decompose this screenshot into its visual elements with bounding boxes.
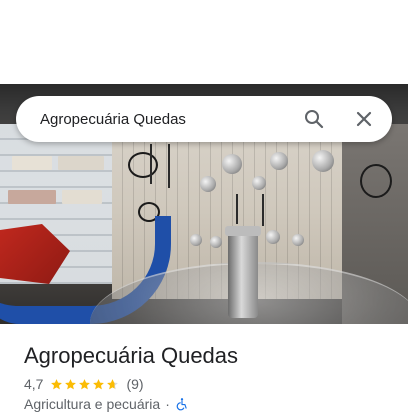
hanging-tool <box>210 236 222 248</box>
place-category: Agricultura e pecuária <box>24 396 161 412</box>
coiled-strap <box>360 164 392 198</box>
hanging-tool <box>292 234 304 246</box>
metal-device <box>225 226 261 318</box>
coiled-strap <box>128 152 158 178</box>
place-title: Agropecuária Quedas <box>24 343 239 368</box>
close-icon[interactable] <box>352 107 376 131</box>
star-icon <box>93 378 105 389</box>
hanging-hook <box>262 194 264 226</box>
top-blank-area <box>0 0 408 84</box>
shelf-box <box>8 190 56 204</box>
wheelchair-accessible-icon <box>176 398 187 411</box>
rating-value: 4,7 <box>24 376 44 392</box>
separator-dot: · <box>165 396 170 412</box>
hanging-hook <box>168 144 170 188</box>
hanging-tool <box>190 234 202 246</box>
search-input[interactable]: Agropecuária Quedas <box>40 111 302 128</box>
star-icon <box>79 378 91 389</box>
hanging-tool <box>252 176 266 190</box>
star-icon <box>65 378 77 389</box>
hanging-tool <box>266 230 280 244</box>
hanging-hook <box>150 144 152 184</box>
category-row: Agricultura e pecuária · <box>24 396 189 412</box>
shelf-box <box>62 190 102 204</box>
star-icon <box>107 378 119 389</box>
review-count[interactable]: (9) <box>126 376 143 392</box>
hanging-tool <box>200 176 216 192</box>
shelf-box <box>58 156 104 170</box>
star-rating <box>50 378 120 391</box>
rating-row[interactable]: 4,7 (9) <box>24 375 144 393</box>
search-icon[interactable] <box>302 107 326 131</box>
hanging-tool <box>312 150 334 172</box>
star-icon <box>51 378 63 389</box>
hanging-tool <box>270 152 288 170</box>
hanging-tool <box>222 154 242 174</box>
search-bar[interactable]: Agropecuária Quedas <box>16 96 392 142</box>
shelf-box <box>12 156 52 170</box>
hanging-hook <box>236 194 238 224</box>
